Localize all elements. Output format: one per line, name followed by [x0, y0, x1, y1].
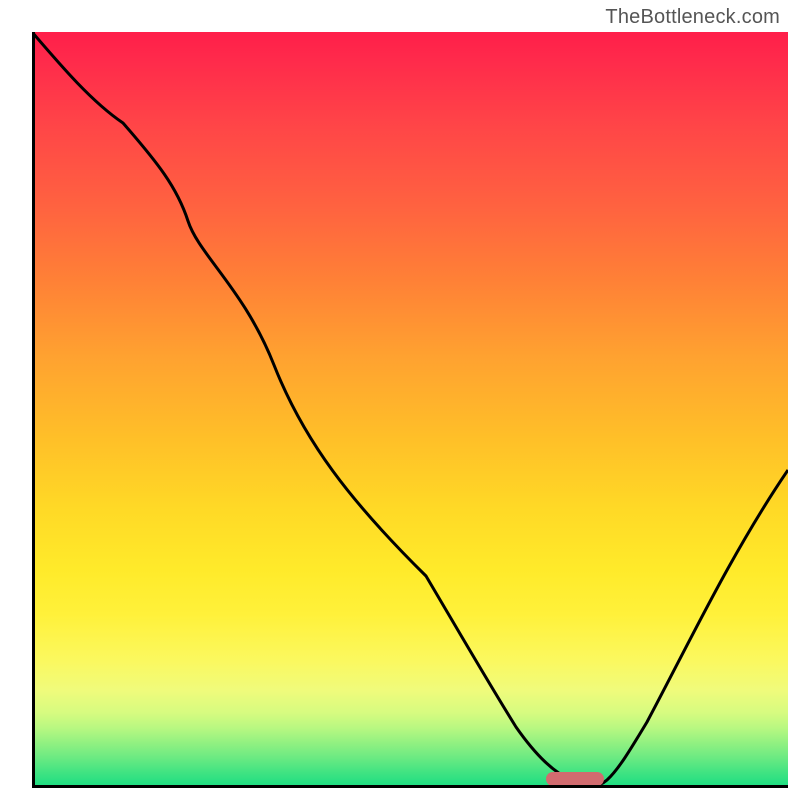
- bottleneck-chart: TheBottleneck.com: [0, 0, 800, 800]
- x-axis: [32, 785, 788, 788]
- watermark-text: TheBottleneck.com: [605, 6, 780, 29]
- curve-layer: [32, 32, 788, 788]
- bottleneck-curve-path: [32, 32, 788, 786]
- optimal-range-marker: [546, 772, 604, 786]
- y-axis: [32, 32, 35, 788]
- plot-area: [32, 32, 788, 788]
